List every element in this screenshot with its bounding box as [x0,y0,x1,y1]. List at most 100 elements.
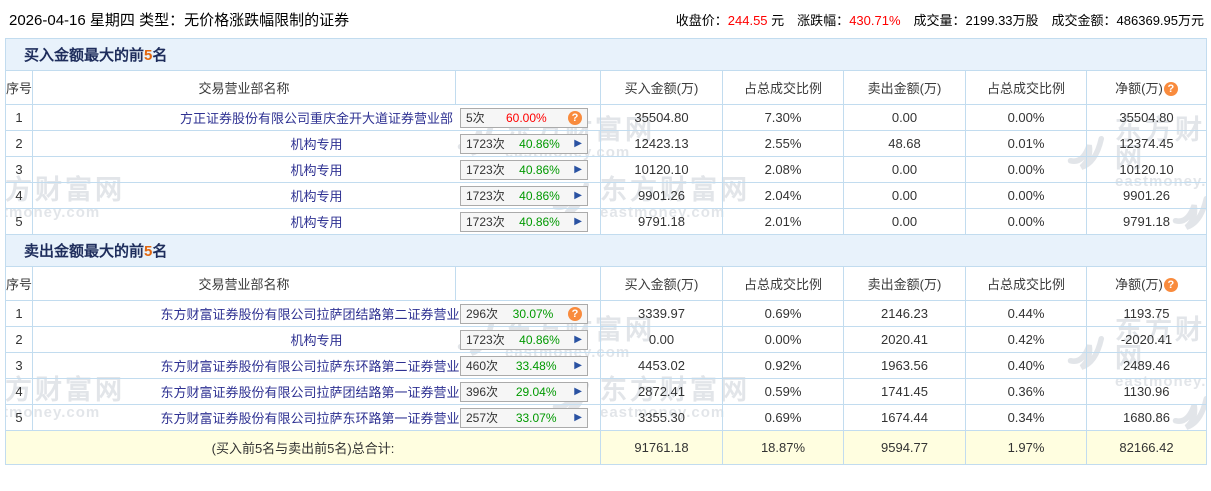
branch-cell: 机构专用 1723次 40.86% ? ▶ [32,208,601,235]
branch-name-link[interactable]: 机构专用 [290,333,342,348]
branch-times: 1723次 [466,215,505,229]
branch-stats-badge[interactable]: 1723次 40.86% ? ▶ [460,133,588,154]
branch-stats-badge[interactable]: 1723次 40.86% ? ▶ [460,329,588,350]
table-row: 2 机构专用 1723次 40.86% ? ▶ 0.00 0.00% 2020.… [5,326,1207,353]
branch-stats-badge[interactable]: 5次 60.00% ? ▶ [460,107,588,128]
change-percent-group: 涨跌幅：430.71% [797,10,900,29]
buy-ratio-cell: 0.92% [722,352,844,379]
question-icon[interactable]: ? [568,110,582,125]
col-header-buy-ratio: 占总成交比例 [722,266,844,301]
row-index: 1 [5,104,33,131]
top-bar: 2026-04-16 星期四 类型：无价格涨跌幅限制的证券 收盘价：244.55… [0,0,1211,38]
table-row: 5 东方财富证券股份有限公司拉萨东环路第一证券营业部 257次 33.07% ?… [5,404,1207,431]
row-index: 3 [5,156,33,183]
col-header-badge [455,70,601,105]
branch-name-link[interactable]: 机构专用 [290,137,342,152]
branch-name-link[interactable]: 东方财富证券股份有限公司拉萨东环路第一证券营业部 [160,411,472,426]
branch-times: 396次 [466,385,499,399]
col-header-net-amount: 净额(万)? [1086,266,1207,301]
branch-name-link[interactable]: 东方财富证券股份有限公司拉萨团结路第二证券营业部 [160,307,472,322]
table-row: 2 机构专用 1723次 40.86% ? ▶ 12423.13 2.55% 4… [5,130,1207,157]
branch-times: 1723次 [466,189,505,203]
page-title: 2026-04-16 星期四 类型：无价格涨跌幅限制的证券 [9,11,350,29]
buy-amount-cell: 3339.97 [600,300,723,327]
net-help-question-icon[interactable]: ? [1163,82,1178,96]
branch-pct: 40.86% [519,136,560,151]
branch-cell: 方正证券股份有限公司重庆金开大道证券营业部 5次 60.00% ? ▶ [32,104,601,131]
col-header-branch: 交易营业部名称 [32,266,456,301]
sell-ratio-cell: 0.44% [965,300,1087,327]
branch-name-link[interactable]: 东方财富证券股份有限公司拉萨东环路第二证券营业部 [160,359,472,374]
buy-amount-cell: 10120.10 [600,156,723,183]
buy-ratio-cell: 0.59% [722,378,844,405]
row-index: 5 [5,208,33,235]
play-arrow-icon[interactable]: ▶ [574,164,582,175]
col-header-index: 序号 [5,266,33,301]
sell-ratio-cell: 0.36% [965,378,1087,405]
table-row: 1 方正证券股份有限公司重庆金开大道证券营业部 5次 60.00% ? ▶ 35… [5,104,1207,131]
branch-name-link[interactable]: 机构专用 [290,215,342,230]
net-amount-cell: 12374.45 [1086,130,1207,157]
sell-amount-cell: 0.00 [843,208,966,235]
buy-amount-cell: 9901.26 [600,182,723,209]
turnover-label: 成交金额： [1051,12,1117,28]
table-row: 4 东方财富证券股份有限公司拉萨团结路第一证券营业部 396次 29.04% ?… [5,378,1207,405]
branch-stats-badge[interactable]: 396次 29.04% ? ▶ [460,381,588,402]
net-amount-cell: 35504.80 [1086,104,1207,131]
totals-label: (买入前5名与卖出前5名)总合计: [5,430,601,465]
branch-stats-badge[interactable]: 1723次 40.86% ? ▶ [460,159,588,180]
sell-section-header: 卖出金额最大的前5名 [5,234,1207,267]
sell-column-header-row: 序号 交易营业部名称 买入金额(万) 占总成交比例 卖出金额(万) 占总成交比例… [5,266,1207,301]
buy-amount-cell: 3355.30 [600,404,723,431]
branch-cell: 机构专用 1723次 40.86% ? ▶ [32,156,601,183]
net-amount-cell: 1680.86 [1086,404,1207,431]
sell-ratio-cell: 0.00% [965,104,1087,131]
sell-amount-cell: 1741.45 [843,378,966,405]
table-row: 4 机构专用 1723次 40.86% ? ▶ 9901.26 2.04% 0.… [5,182,1207,209]
net-help-question-icon[interactable]: ? [1163,278,1178,292]
branch-name-link[interactable]: 方正证券股份有限公司重庆金开大道证券营业部 [180,111,453,126]
volume-group: 成交量：2199.33万股 [914,10,1039,29]
branch-stats-badge[interactable]: 296次 30.07% ? ▶ [460,303,588,324]
row-index: 2 [5,130,33,157]
table-row: 3 东方财富证券股份有限公司拉萨东环路第二证券营业部 460次 33.48% ?… [5,352,1207,379]
change-percent-value: 430.71% [849,12,901,28]
play-arrow-icon[interactable]: ▶ [574,138,582,149]
play-arrow-icon[interactable]: ▶ [574,386,582,397]
buy-ratio-cell: 2.01% [722,208,844,235]
branch-stats-badge[interactable]: 1723次 40.86% ? ▶ [460,211,588,232]
totals-sell-amount: 9594.77 [843,430,966,465]
question-icon[interactable]: ? [568,306,582,321]
play-arrow-icon[interactable]: ▶ [574,190,582,201]
branch-times: 1723次 [466,163,505,177]
sell-ratio-cell: 0.00% [965,156,1087,183]
sell-section-title: 卖出金额最大的前5名 [5,234,1207,267]
net-amount-cell: 9791.18 [1086,208,1207,235]
totals-sell-ratio: 1.97% [965,430,1087,465]
col-header-buy-ratio: 占总成交比例 [722,70,844,105]
branch-name-link[interactable]: 东方财富证券股份有限公司拉萨团结路第一证券营业部 [160,385,472,400]
row-index: 2 [5,326,33,353]
play-arrow-icon[interactable]: ▶ [574,360,582,371]
col-header-badge [455,266,601,301]
branch-pct: 30.07% [512,306,554,321]
play-arrow-icon[interactable]: ▶ [574,216,582,227]
play-arrow-icon[interactable]: ▶ [574,412,582,423]
branch-cell: 机构专用 1723次 40.86% ? ▶ [32,326,601,353]
col-header-sell-ratio: 占总成交比例 [965,70,1087,105]
play-arrow-icon[interactable]: ▶ [574,334,582,345]
row-index: 1 [5,300,33,327]
lhb-table-wrap: 东方财富网eastmoney.com东方财富网eastmoney.com东方财富… [5,38,1207,465]
branch-name-link[interactable]: 机构专用 [290,189,342,204]
sell-ratio-cell: 0.01% [965,130,1087,157]
buy-section-title: 买入金额最大的前5名 [5,38,1207,71]
row-index: 3 [5,352,33,379]
branch-stats-badge[interactable]: 1723次 40.86% ? ▶ [460,185,588,206]
branch-pct: 40.86% [519,332,560,347]
branch-pct: 40.86% [519,188,560,203]
buy-ratio-cell: 7.30% [722,104,844,131]
branch-stats-badge[interactable]: 257次 33.07% ? ▶ [460,407,588,428]
branch-stats-badge[interactable]: 460次 33.48% ? ▶ [460,355,588,376]
branch-name-link[interactable]: 机构专用 [290,163,342,178]
net-amount-cell: 9901.26 [1086,182,1207,209]
